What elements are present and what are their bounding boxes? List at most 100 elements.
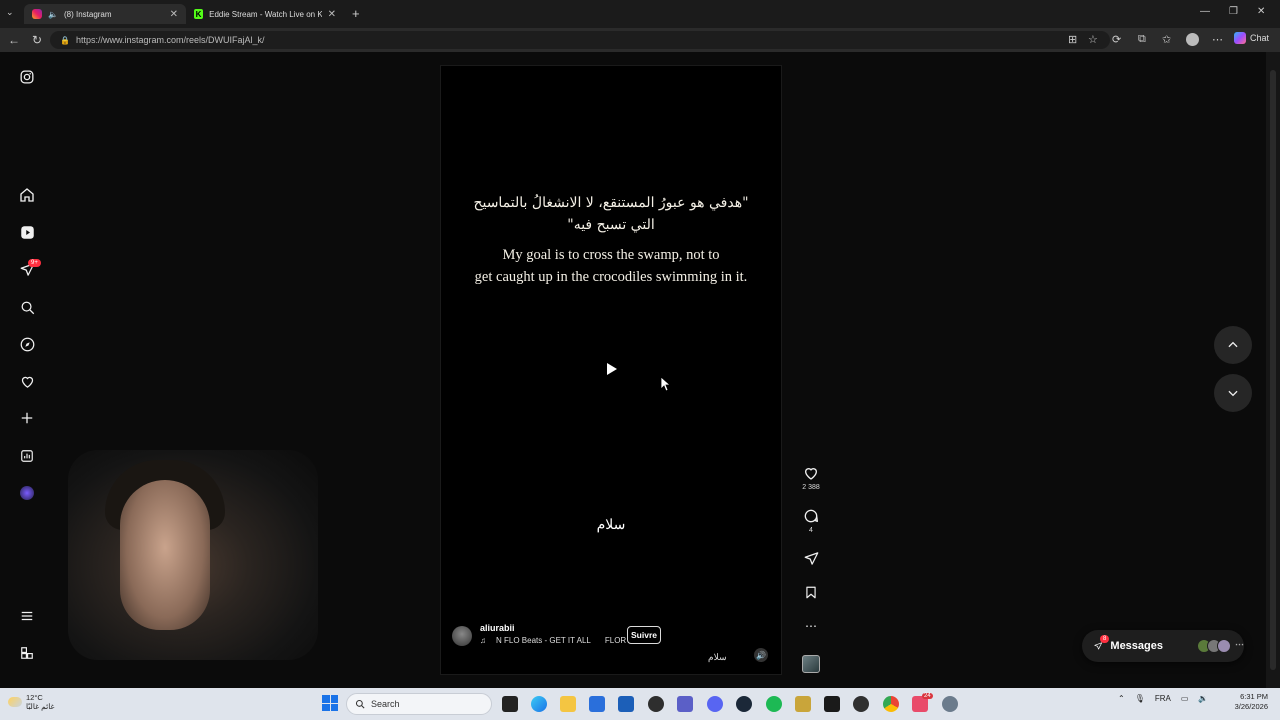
taskbar-search[interactable]: Search xyxy=(346,693,492,715)
close-window-icon[interactable]: ✕ xyxy=(1257,6,1265,17)
file-explorer-icon[interactable] xyxy=(560,696,576,712)
mouse-cursor-icon xyxy=(660,376,672,395)
like-action[interactable]: 2 388 xyxy=(800,465,822,491)
partly-cloudy-icon xyxy=(8,697,22,707)
microphone-icon[interactable]: 🎙 xyxy=(1135,694,1145,703)
restore-icon[interactable]: ❐ xyxy=(1229,6,1238,17)
quote-english-line-2: get caught up in the crocodiles swimming… xyxy=(474,269,748,285)
notifications-heart-icon[interactable] xyxy=(18,372,36,390)
share-action[interactable] xyxy=(800,551,822,566)
explore-compass-icon[interactable] xyxy=(18,335,36,353)
share-icon xyxy=(804,552,818,565)
language-indicator[interactable]: FRA xyxy=(1155,694,1171,703)
new-tab-plus-icon[interactable]: + xyxy=(352,6,360,21)
refresh-icon[interactable]: ↻ xyxy=(32,33,42,47)
instagram-logo-icon[interactable] xyxy=(18,68,36,86)
outlook-icon[interactable] xyxy=(589,696,605,712)
search-placeholder: Search xyxy=(371,699,400,709)
scrollbar-thumb[interactable] xyxy=(1270,70,1276,670)
taskbar-notification-badge: 24 xyxy=(922,693,933,699)
close-tab-icon[interactable]: ✕ xyxy=(328,9,336,20)
favorites-icon[interactable]: ✩ xyxy=(1162,33,1171,46)
teams-icon[interactable] xyxy=(677,696,693,712)
play-icon[interactable] xyxy=(603,361,619,377)
audio-thumbnail[interactable] xyxy=(802,655,820,673)
music-info[interactable]: ♫ N FLO Beats - GET IT ALL FLOR xyxy=(480,636,626,645)
profile-avatar[interactable] xyxy=(20,486,34,500)
speaker-icon[interactable]: 🔈 xyxy=(48,10,58,19)
reel-quote-english: My goal is to cross the swamp, not to ge… xyxy=(422,244,800,288)
discord-icon[interactable] xyxy=(707,696,723,712)
address-bar[interactable]: 🔒 https://www.instagram.com/reels/DWUIFa… xyxy=(50,31,1110,49)
windows-taskbar xyxy=(0,688,1280,720)
tab-actions-chevron-icon[interactable]: ⌄ xyxy=(6,7,14,18)
obs-icon[interactable] xyxy=(853,696,869,712)
display-icon[interactable]: ▭ xyxy=(1181,694,1189,703)
copilot-icon xyxy=(1234,32,1246,44)
search-icon[interactable] xyxy=(18,298,36,316)
comment-action[interactable]: 4 xyxy=(800,508,822,534)
clock-date: 3/26/2026 xyxy=(1234,702,1268,711)
steam-icon[interactable] xyxy=(736,696,752,712)
chrome-icon[interactable] xyxy=(883,696,899,712)
extensions-icon[interactable]: ⧉ xyxy=(1138,33,1146,46)
refresh-page-icon[interactable]: ⟳ xyxy=(1112,33,1121,46)
volume-icon[interactable]: 🔉 xyxy=(1198,694,1208,703)
home-icon[interactable] xyxy=(18,186,36,204)
weather-text: غائم غالبًا xyxy=(26,702,55,711)
windows-start-icon[interactable] xyxy=(322,695,338,711)
copilot-chat-button[interactable]: Chat xyxy=(1234,32,1269,44)
kick-favicon-icon: K xyxy=(194,9,204,19)
reel-quote-arabic: "هدفي هو عبورُ المستنقع، لا الانشغالُ با… xyxy=(440,192,782,236)
webcam-person-face xyxy=(120,480,210,630)
reels-icon[interactable] xyxy=(18,223,36,241)
navigation-bar: ← ↻ 🔒 https://www.instagram.com/reels/DW… xyxy=(0,28,1280,52)
author-avatar[interactable] xyxy=(452,626,472,646)
xbox-icon[interactable] xyxy=(648,696,664,712)
music-note-icon: ♫ xyxy=(480,636,486,645)
store-icon[interactable] xyxy=(618,696,634,712)
settings-gear-icon[interactable] xyxy=(942,696,958,712)
music-track-scroll: FLOR xyxy=(604,636,627,645)
app-available-icon[interactable]: ⊞ xyxy=(1068,33,1077,46)
also-from-meta-icon[interactable] xyxy=(18,644,36,662)
chevron-up-icon[interactable]: ⌃ xyxy=(1118,694,1125,703)
dashboard-icon[interactable] xyxy=(18,447,36,465)
spotify-icon[interactable] xyxy=(766,696,782,712)
chat-label: Chat xyxy=(1250,33,1270,43)
author-username[interactable]: aliurabii xyxy=(480,623,515,633)
terminal-icon[interactable] xyxy=(824,696,840,712)
tab-kick[interactable]: K Eddie Stream - Watch Live on Kick ✕ xyxy=(186,4,344,24)
tab-instagram[interactable]: 🔈 (8) Instagram ✕ xyxy=(24,4,186,24)
comments-count: 4 xyxy=(809,527,813,534)
audio-label: سلام xyxy=(708,652,727,662)
quote-english-line-1: My goal is to cross the swamp, not to xyxy=(502,247,720,263)
taskbar-clock[interactable]: 6:31 PM 3/26/2026 xyxy=(1226,692,1268,712)
profile-avatar-icon[interactable] xyxy=(1186,33,1199,46)
create-plus-icon[interactable] xyxy=(18,409,36,427)
bookmark-icon xyxy=(806,586,816,599)
minimize-icon[interactable]: — xyxy=(1200,6,1210,17)
search-icon xyxy=(355,699,365,709)
save-action[interactable] xyxy=(800,585,822,600)
close-tab-icon[interactable]: ✕ xyxy=(170,9,178,20)
site-info-icon[interactable]: 🔒 xyxy=(60,36,70,45)
back-arrow-icon[interactable]: ← xyxy=(8,33,20,47)
settings-more-icon[interactable]: ⋯ xyxy=(1212,33,1223,46)
next-reel-button[interactable] xyxy=(1214,374,1252,412)
previous-reel-button[interactable] xyxy=(1214,326,1252,364)
snipping-tool-icon[interactable] xyxy=(795,696,811,712)
chevron-down-icon xyxy=(1228,390,1238,397)
more-menu-icon[interactable] xyxy=(18,607,36,625)
music-track: N FLO Beats - GET IT ALL xyxy=(496,636,591,645)
edge-icon[interactable] xyxy=(531,696,547,712)
task-view-icon[interactable] xyxy=(502,696,518,712)
favorite-star-icon[interactable]: ☆ xyxy=(1088,33,1098,46)
quote-arabic-line-1: "هدفي هو عبورُ المستنقع، لا الانشغالُ با… xyxy=(473,195,749,211)
weather-widget[interactable]: 12°C غائم غالبًا xyxy=(8,693,54,711)
more-options-icon[interactable]: ⋯ xyxy=(800,619,822,633)
volume-icon[interactable]: 🔊 xyxy=(754,648,768,662)
chevron-up-icon xyxy=(1228,341,1238,348)
quote-arabic-line-2: التي تسبح فيه" xyxy=(567,217,655,233)
follow-button[interactable]: Suivre xyxy=(627,626,661,644)
